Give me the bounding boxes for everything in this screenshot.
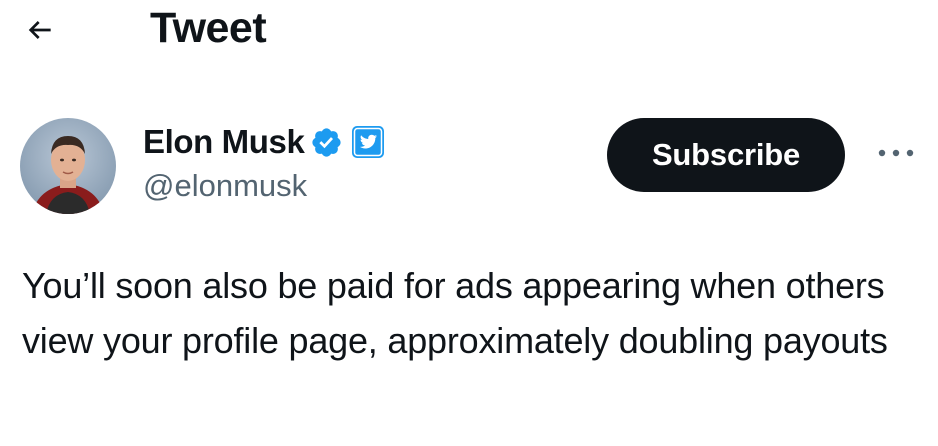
arrow-left-icon xyxy=(28,21,51,39)
subscribe-button[interactable]: Subscribe xyxy=(607,118,845,192)
top-bar: Tweet xyxy=(0,0,938,60)
verified-badge-icon xyxy=(310,126,343,159)
more-options-button[interactable] xyxy=(874,141,918,165)
twitter-affiliate-icon[interactable] xyxy=(351,125,385,159)
back-button[interactable] xyxy=(18,8,62,52)
avatar[interactable] xyxy=(20,118,116,214)
name-row: Elon Musk xyxy=(143,120,385,164)
display-name[interactable]: Elon Musk xyxy=(143,123,305,161)
page-title: Tweet xyxy=(150,4,267,52)
user-handle[interactable]: @elonmusk xyxy=(143,168,307,204)
more-horizontal-icon xyxy=(878,149,914,157)
tweet-author: Elon Musk @elonmusk Subscribe xyxy=(20,115,918,215)
tweet-text: You’ll soon also be paid for ads appeari… xyxy=(22,265,888,361)
